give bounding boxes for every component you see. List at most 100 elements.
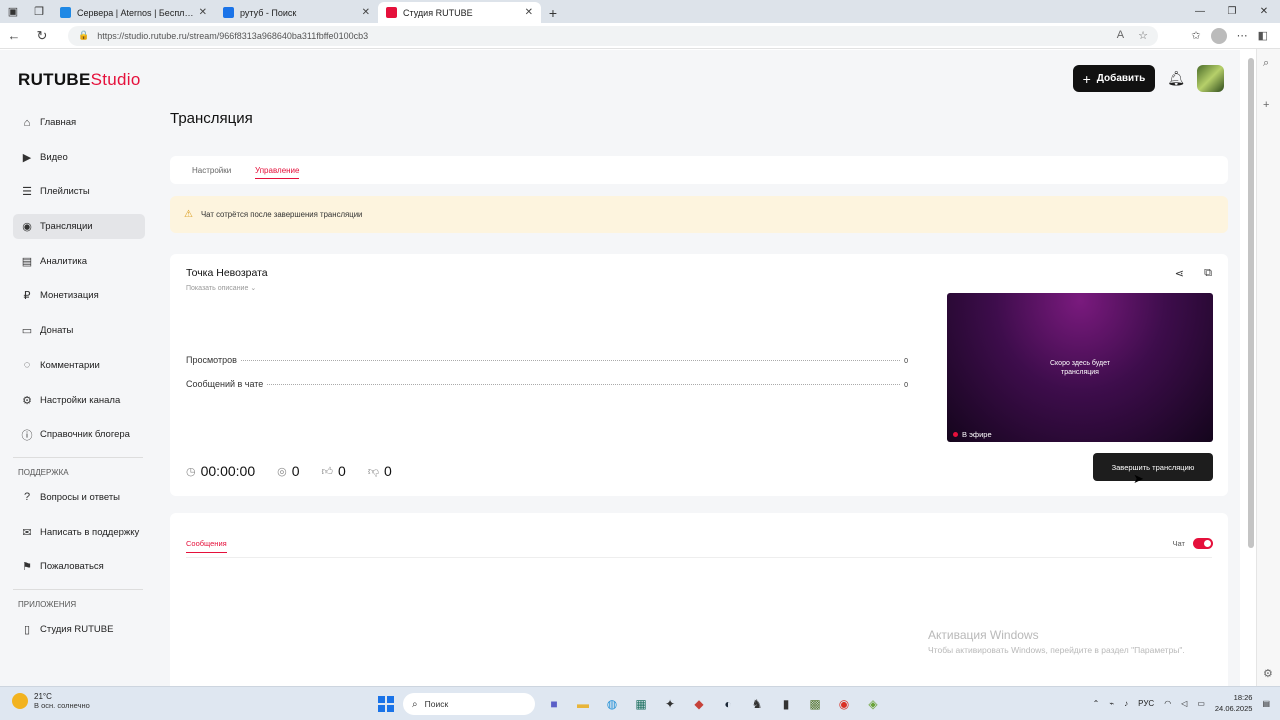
sidebar-item-label: Настройки канала xyxy=(40,394,121,406)
stat-chat-messages: Сообщений в чате 0 xyxy=(186,379,908,389)
reload-icon[interactable]: ↻ xyxy=(28,23,56,49)
minecraft-launcher-icon[interactable]: ◈ xyxy=(863,694,883,714)
sidebar-settings-icon[interactable]: ⚙ xyxy=(1263,667,1273,680)
add-button[interactable]: + Добавить xyxy=(1072,65,1156,92)
channel-avatar[interactable] xyxy=(1197,65,1224,92)
browser-tab[interactable]: Сервера | Aternos | Бесплатный ✕ xyxy=(52,2,215,23)
volume-icon[interactable]: ◁ xyxy=(1181,699,1187,708)
tab-messages[interactable]: Сообщения xyxy=(186,539,227,553)
chat-toggle-label: Чат xyxy=(1172,539,1185,548)
game-icon[interactable]: ◆ xyxy=(689,694,709,714)
chrome-icon[interactable]: ◉ xyxy=(834,694,854,714)
steam-icon[interactable]: ◐ xyxy=(718,694,738,714)
stream-preview[interactable]: Скоро здесь будет трансляция В эфире xyxy=(947,293,1213,442)
tab-favicon xyxy=(60,7,71,18)
close-tab-icon[interactable]: ✕ xyxy=(199,7,207,18)
sidebar-item-playlists[interactable]: ☰ Плейлисты xyxy=(13,179,145,204)
sidebar-item-faq[interactable]: ? Вопросы и ответы xyxy=(13,485,145,510)
top-actions: + Добавить 🔔︎ xyxy=(1072,65,1224,92)
minecraft-icon[interactable]: ▩ xyxy=(805,694,825,714)
favorites-icon[interactable]: ✩ xyxy=(1191,29,1200,42)
app-icon-star[interactable]: ✦ xyxy=(660,694,680,714)
profile-avatar-icon[interactable] xyxy=(1210,27,1227,44)
edge-icon[interactable]: ◍ xyxy=(602,694,622,714)
taskbar-search[interactable]: ⌕ Поиск xyxy=(403,693,535,715)
sidebar-add-icon[interactable]: + xyxy=(1263,99,1269,111)
start-windows-icon[interactable] xyxy=(378,696,394,712)
wifi-icon[interactable]: ◠ xyxy=(1164,699,1171,708)
url-actions: A ☆ xyxy=(1117,29,1148,42)
close-tab-icon[interactable]: ✕ xyxy=(525,7,533,18)
page-title: Трансляция xyxy=(170,110,253,127)
sidebar-item-donates[interactable]: ▭ Донаты xyxy=(13,318,145,343)
sidebar-item-analytics[interactable]: ▤ Аналитика xyxy=(13,249,145,274)
tab-settings[interactable]: Настройки xyxy=(192,166,231,175)
network-icon[interactable]: ⌁ xyxy=(1109,699,1114,708)
app-icon-tower[interactable]: ▮ xyxy=(776,694,796,714)
open-external-icon[interactable]: ⧉ xyxy=(1204,267,1212,280)
sidebar-item-contact-support[interactable]: ✉ Написать в поддержку xyxy=(13,520,145,545)
clock[interactable]: 18:26 24.06.2025 xyxy=(1215,692,1253,714)
notifications-icon[interactable]: ▤ xyxy=(1262,699,1270,708)
search-icon: ⌕ xyxy=(412,698,418,710)
lock-icon: 🔒 xyxy=(78,30,90,40)
sidebar-item-label: Написать в поддержку xyxy=(40,526,140,538)
tab-manage[interactable]: Управление xyxy=(255,166,300,179)
notifications-bell-icon[interactable]: 🔔︎ xyxy=(1167,70,1185,87)
end-stream-button[interactable]: Завершить трансляцию xyxy=(1093,453,1213,481)
language-indicator[interactable]: РУС xyxy=(1138,699,1154,708)
sidebar-item-studio-app[interactable]: ▯ Студия RUTUBE xyxy=(13,617,145,642)
read-aloud-icon[interactable]: A xyxy=(1117,29,1124,42)
back-icon[interactable]: ← xyxy=(0,23,28,49)
copilot-icon[interactable]: ◧ xyxy=(1258,29,1268,42)
sidebar-item-label: Плейлисты xyxy=(40,186,90,198)
weather-widget[interactable]: 21°C В осн. солнечно xyxy=(12,692,90,710)
stream-title: Точка Невозрата xyxy=(186,267,268,279)
new-tab-button[interactable]: + xyxy=(541,2,565,23)
donate-icon: ▭ xyxy=(21,325,33,338)
microphone-icon[interactable]: ♪ xyxy=(1124,699,1128,708)
calculator-icon[interactable]: ▦ xyxy=(631,694,651,714)
sidebar-item-monetization[interactable]: ₽ Монетизация xyxy=(13,283,145,308)
sidebar-item-video[interactable]: ▶ Видео xyxy=(13,145,145,170)
logo-main: RUTUBE xyxy=(18,70,91,89)
mouse-cursor-icon: ➤ xyxy=(1133,471,1144,486)
sidebar-item-channel-settings[interactable]: ⚙ Настройки канала xyxy=(13,388,145,413)
sidebar-item-label: Комментарии xyxy=(40,359,100,371)
more-menu-icon[interactable]: ⋯ xyxy=(1237,29,1248,42)
sidebar-item-broadcasts[interactable]: ◉ Трансляции xyxy=(13,214,145,240)
tray-chevron-icon[interactable]: ⌃ xyxy=(1093,699,1100,708)
show-description-link[interactable]: Показать описание ⌄ xyxy=(186,284,256,292)
file-explorer-icon[interactable]: ▬ xyxy=(573,694,593,714)
viewers-value: 0 xyxy=(291,463,300,479)
close-window-icon[interactable]: ✕ xyxy=(1248,0,1280,23)
sidebar-item-report[interactable]: ⚑ Пожаловаться xyxy=(13,554,145,579)
chat-warning-banner: ⚠ Чат сотрётся после завершения трансляц… xyxy=(170,196,1228,233)
url-field[interactable]: 🔒 https://studio.rutube.ru/stream/966f83… xyxy=(68,25,1158,46)
page-scrollbar[interactable] xyxy=(1248,58,1254,548)
stream-tabs: Настройки Управление xyxy=(170,156,1228,184)
stat-label: Просмотров xyxy=(186,355,237,365)
app-icon-figure[interactable]: ♞ xyxy=(747,694,767,714)
share-icon[interactable]: ⋖ xyxy=(1175,267,1184,280)
battery-icon[interactable]: ▭ xyxy=(1197,699,1205,708)
tab-actions-icon[interactable]: ❐ xyxy=(26,0,52,23)
stream-counters: ◷ 00:00:00 ◎ 0 👍︎ 0 👎︎ 0 xyxy=(186,463,414,479)
favorite-star-icon[interactable]: ☆ xyxy=(1138,29,1148,42)
chat-toggle[interactable] xyxy=(1193,538,1213,549)
thumbs-up-icon: 👍︎ xyxy=(321,465,334,478)
sidebar-item-label: Пожаловаться xyxy=(40,561,104,573)
rutube-studio-logo[interactable]: RUTUBEStudio xyxy=(18,70,141,90)
thumbs-down-icon: 👎︎ xyxy=(367,465,379,478)
browser-tab-active[interactable]: Студия RUTUBE ✕ xyxy=(378,2,541,23)
sidebar-item-blogger-guide[interactable]: ⓘ Справочник блогера xyxy=(13,422,145,447)
minimize-icon[interactable]: — xyxy=(1184,0,1216,23)
browser-tab[interactable]: рутуб - Поиск ✕ xyxy=(215,2,378,23)
workspaces-icon[interactable]: ▣ xyxy=(0,0,26,23)
sidebar-item-comments[interactable]: ◌ Комментарии xyxy=(13,353,145,378)
sidebar-search-icon[interactable]: ⌕ xyxy=(1263,57,1269,70)
maximize-icon[interactable]: ❐ xyxy=(1216,0,1248,23)
sidebar-item-home[interactable]: ⌂ Главная xyxy=(13,110,145,135)
close-tab-icon[interactable]: ✕ xyxy=(362,7,370,18)
teams-icon[interactable]: ■ xyxy=(544,694,564,714)
